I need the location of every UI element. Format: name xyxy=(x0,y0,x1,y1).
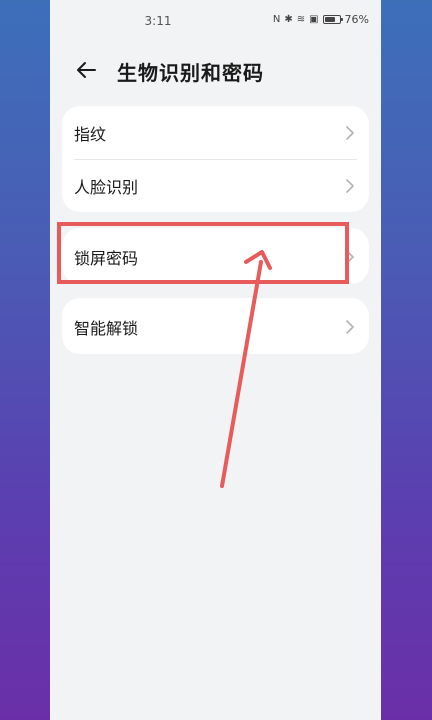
chevron-right-icon xyxy=(346,125,354,140)
battery-percent: 76% xyxy=(344,13,369,26)
settings-item-label: 人脸识别 xyxy=(74,177,139,197)
settings-group-smart-unlock: 智能解锁 xyxy=(62,298,369,354)
settings-group-biometrics: 指纹 人脸识别 xyxy=(62,106,369,212)
back-arrow-icon xyxy=(77,62,96,78)
chevron-right-icon xyxy=(346,178,354,193)
settings-item-lock-screen-password[interactable]: 锁屏密码 xyxy=(62,230,369,283)
phone-screen: 3:11 N ✱ ≋ ▣ 76% 生物识别和密码 指纹 人脸识别 锁屏密码 智能… xyxy=(50,0,381,720)
battery-level xyxy=(324,17,336,22)
settings-group-lock-screen: 锁屏密码 xyxy=(62,228,369,284)
header: 生物识别和密码 xyxy=(50,50,381,90)
settings-item-label: 锁屏密码 xyxy=(74,248,139,268)
settings-item-smart-unlock[interactable]: 智能解锁 xyxy=(62,300,369,353)
nfc-icon: N xyxy=(272,13,281,25)
status-time: 3:11 xyxy=(144,14,172,28)
bluetooth-icon: ✱ xyxy=(284,13,293,25)
status-icons: N ✱ ≋ ▣ 76% xyxy=(273,13,369,26)
wifi-icon: ≋ xyxy=(296,13,306,25)
battery-icon xyxy=(322,15,343,24)
chevron-right-icon xyxy=(346,249,354,264)
settings-item-label: 智能解锁 xyxy=(74,318,139,338)
chevron-right-icon xyxy=(346,319,354,334)
status-bar: 3:11 N ✱ ≋ ▣ 76% xyxy=(50,0,381,44)
settings-item-fingerprint[interactable]: 指纹 xyxy=(62,106,369,159)
sim-icon: ▣ xyxy=(309,13,319,25)
settings-item-label: 指纹 xyxy=(74,124,107,144)
settings-item-face-recognition[interactable]: 人脸识别 xyxy=(62,159,369,212)
page-title: 生物识别和密码 xyxy=(117,61,264,85)
back-button[interactable] xyxy=(70,54,102,86)
